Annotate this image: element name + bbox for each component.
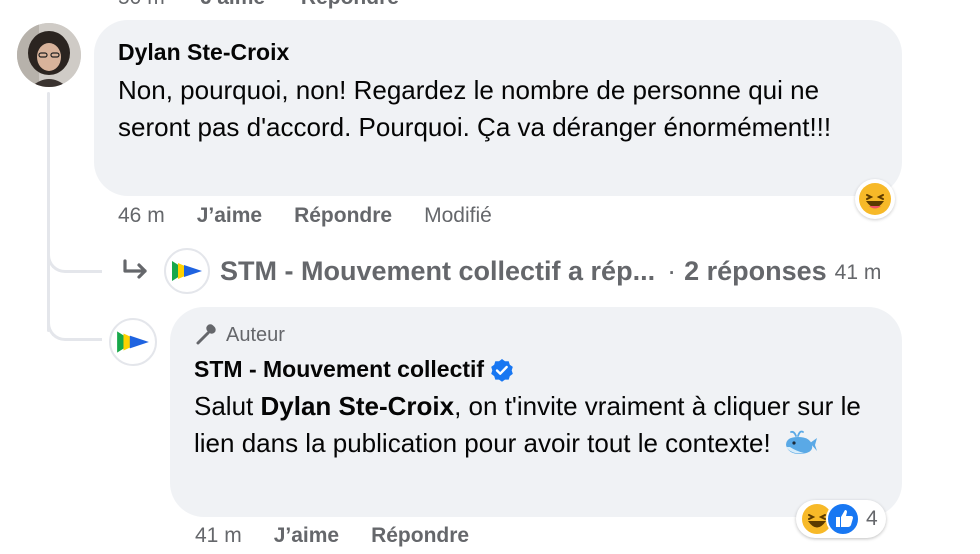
reply-button[interactable]: Répondre <box>371 524 469 547</box>
like-button[interactable]: J’aime <box>274 524 339 547</box>
author-badge: Auteur <box>194 323 285 347</box>
comment-author[interactable]: Dylan Ste-Croix <box>118 39 289 66</box>
reactions-summary[interactable]: 4 <box>796 500 886 538</box>
previous-comment-actions: 50 m J'aime Répondre <box>118 0 429 10</box>
avatar[interactable] <box>109 318 157 366</box>
reply-button[interactable]: Répondre <box>294 204 392 227</box>
reply-time: 41 m <box>834 260 882 284</box>
comment-bubble: Dylan Ste-Croix Non, pourquoi, non! Rega… <box>94 20 902 196</box>
previous-like-button[interactable]: J'aime <box>201 0 266 9</box>
thread-line <box>47 92 50 332</box>
thread-connector <box>47 238 102 273</box>
comment-time[interactable]: 41 m <box>195 524 242 547</box>
microphone-icon <box>196 324 216 345</box>
stm-logo-icon <box>172 261 202 281</box>
comment-actions: 46 m J’aime Répondre Modifié <box>118 204 492 228</box>
reaction-badge[interactable] <box>855 179 895 219</box>
avatar[interactable] <box>17 23 81 87</box>
comment-bubble: Auteur STM - Mouvement collectif Salut D… <box>170 307 902 517</box>
text-before: Salut <box>194 391 261 421</box>
like-reaction-icon <box>826 502 860 536</box>
reply-arrow-icon <box>123 259 147 279</box>
like-button[interactable]: J’aime <box>197 204 262 227</box>
reaction-count: 4 <box>866 507 878 530</box>
verified-badge-icon <box>491 358 513 382</box>
comment-author-row: STM - Mouvement collectif <box>194 356 514 383</box>
stm-avatar <box>164 248 210 294</box>
author-badge-label: Auteur <box>226 323 285 346</box>
thread-connector <box>47 306 102 341</box>
separator-dot: · <box>667 255 677 286</box>
comment-author[interactable]: STM - Mouvement collectif <box>194 356 484 383</box>
previous-time: 50 m <box>118 0 165 9</box>
comment-time[interactable]: 46 m <box>118 204 165 227</box>
comment-text: Salut Dylan Ste-Croix, on t'invite vraim… <box>194 388 884 462</box>
comment-actions: 41 m J’aime Répondre <box>195 524 469 548</box>
stm-logo-icon <box>117 331 149 353</box>
reply-author-name: STM - Mouvement collectif a rép... <box>220 255 656 286</box>
replies-summary[interactable]: STM - Mouvement collectif a rép... · 2 r… <box>120 248 881 294</box>
profile-photo-icon <box>17 23 81 87</box>
edited-label: Modifié <box>424 204 492 227</box>
comment-text: Non, pourquoi, non! Regardez le nombre d… <box>118 75 832 142</box>
mention-link[interactable]: Dylan Ste-Croix <box>261 391 455 421</box>
laughing-emoji-icon <box>859 183 891 215</box>
previous-reply-button[interactable]: Répondre <box>301 0 399 9</box>
whale-emoji-icon <box>785 430 817 454</box>
reply-count: 2 réponses <box>684 255 827 286</box>
